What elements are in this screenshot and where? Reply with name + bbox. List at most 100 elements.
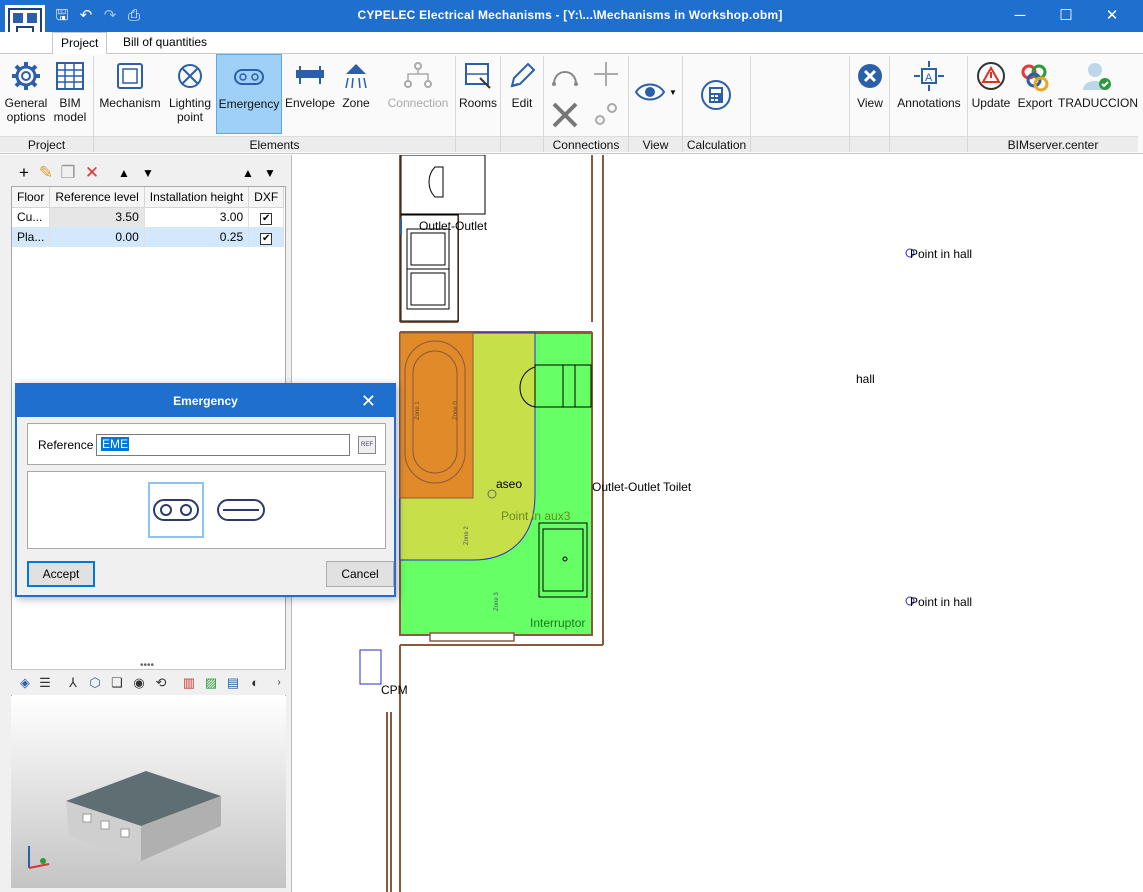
- reference-level-cell[interactable]: 0.00: [49, 227, 145, 247]
- camera-icon[interactable]: ◉: [131, 675, 147, 691]
- connection-icon: [404, 62, 432, 88]
- ribbon: General options BIM model Project Mechan…: [0, 54, 1143, 154]
- cube-icon[interactable]: ⬡: [87, 675, 103, 691]
- edit-button[interactable]: Edit: [504, 54, 540, 134]
- tab-bill-of-quantities[interactable]: Bill of quantities: [115, 32, 215, 54]
- undo-icon[interactable]: ↶: [76, 6, 96, 26]
- view-button[interactable]: View: [852, 54, 888, 134]
- tab-project[interactable]: Project: [52, 32, 108, 55]
- save-icon[interactable]: 🖫: [52, 6, 72, 26]
- annotations-label: Annotations: [897, 96, 961, 110]
- plane-icon[interactable]: ▨: [203, 675, 219, 691]
- layers-icon[interactable]: ☰: [37, 675, 53, 691]
- rooms-button[interactable]: Rooms: [458, 54, 498, 134]
- lighting-point-icon: [178, 64, 202, 88]
- pencil-icon[interactable]: ✎: [36, 163, 56, 183]
- export-button[interactable]: Export: [1014, 54, 1056, 134]
- maximize-button[interactable]: ☐: [1043, 0, 1089, 32]
- column-header-floor[interactable]: Floor: [12, 187, 51, 208]
- 3d-view[interactable]: [11, 696, 286, 888]
- calculator-icon[interactable]: [699, 78, 733, 112]
- annotations-button[interactable]: A Annotations: [893, 54, 965, 134]
- mechanism-button[interactable]: Mechanism: [97, 54, 163, 134]
- label-interruptor[interactable]: Interruptor: [530, 616, 585, 630]
- traduccion-button[interactable]: TRADUCCION: [1058, 54, 1138, 134]
- reconnect-icon[interactable]: [592, 100, 620, 128]
- sort-down-icon[interactable]: ▼: [260, 163, 280, 183]
- reference-value: EME: [101, 437, 130, 451]
- move-icon[interactable]: [592, 60, 620, 88]
- connect-icon[interactable]: [550, 60, 580, 90]
- copy-icon[interactable]: ❐: [58, 163, 78, 183]
- ref-button[interactable]: REF: [358, 436, 376, 454]
- table-row[interactable]: Pla... 0.00 0.25 ✔: [12, 227, 285, 247]
- floors-table: Floor Reference level Installation heigh…: [12, 187, 285, 247]
- delete-connection-icon[interactable]: [550, 100, 580, 130]
- axes-icon[interactable]: ⅄: [65, 675, 81, 691]
- accept-button[interactable]: Accept: [27, 561, 95, 587]
- orbit-icon[interactable]: ⟲: [153, 675, 169, 691]
- move-down-icon[interactable]: ▼: [138, 163, 158, 183]
- table-row[interactable]: Cu... 3.50 3.00 ✔: [12, 207, 285, 227]
- installation-height-cell[interactable]: 3.00: [144, 207, 250, 227]
- lighting-point-button[interactable]: Lighting point: [165, 54, 215, 134]
- bim-model-button[interactable]: BIM model: [52, 54, 88, 134]
- redo-icon[interactable]: ↷: [100, 6, 120, 26]
- emergency-button[interactable]: Emergency: [216, 54, 282, 134]
- close-button[interactable]: ✕: [1089, 0, 1135, 32]
- add-icon[interactable]: +: [14, 163, 34, 183]
- dxf-cell[interactable]: ✔: [248, 227, 285, 247]
- installation-height-cell[interactable]: 0.25: [144, 227, 250, 247]
- reference-input[interactable]: EME: [96, 434, 350, 456]
- drawing-canvas[interactable]: Zone 1 Zone 0 Zone 2 Zone 3 Outlet-Outle…: [293, 155, 1143, 892]
- 3d-view-icon[interactable]: ◈: [17, 675, 33, 691]
- label-outlet-outlet[interactable]: Outlet-Outlet: [419, 219, 487, 233]
- label-point-in-hall-2[interactable]: Point in hall: [910, 595, 972, 609]
- label-point-in-hall-1[interactable]: Point in hall: [910, 247, 972, 261]
- zone-button[interactable]: Zone: [338, 54, 374, 134]
- symbol-option-line[interactable]: [214, 482, 270, 538]
- dialog-close-icon[interactable]: ✕: [361, 385, 376, 417]
- group-label-rooms: [456, 136, 500, 152]
- update-button[interactable]: Update: [970, 54, 1012, 134]
- section-icon[interactable]: ▥: [181, 675, 197, 691]
- connection-button[interactable]: Connection: [385, 54, 451, 134]
- column-header-reference-level[interactable]: Reference level: [49, 187, 145, 208]
- delete-icon[interactable]: ✕: [82, 163, 102, 183]
- label-cpm[interactable]: CPM: [381, 683, 408, 697]
- print-icon[interactable]: ⎙: [124, 6, 144, 26]
- move-up-icon[interactable]: ▲: [114, 163, 134, 183]
- label-aseo[interactable]: aseo: [496, 477, 522, 491]
- grid-view-icon[interactable]: ▤: [225, 675, 241, 691]
- close-circle-icon: [858, 64, 882, 88]
- zone-label-1a: Zone 1: [415, 401, 421, 420]
- symbol-option-two-dots[interactable]: [148, 482, 204, 538]
- copy-view-icon[interactable]: ❏: [109, 675, 125, 691]
- envelope-label: Envelope: [284, 96, 336, 110]
- general-options-button[interactable]: General options: [2, 54, 50, 134]
- eye-icon[interactable]: [634, 80, 666, 104]
- floor-name-cell[interactable]: Pla...: [12, 227, 51, 247]
- emergency-line-icon: [217, 499, 265, 521]
- dxf-checkbox[interactable]: ✔: [260, 212, 273, 225]
- more-icon[interactable]: ›: [271, 675, 287, 691]
- label-outlet-toilet[interactable]: Outlet-Outlet Toilet: [592, 480, 691, 494]
- envelope-button[interactable]: Envelope: [284, 54, 336, 134]
- sort-up-icon[interactable]: ▲: [238, 163, 258, 183]
- minimize-button[interactable]: ─: [997, 0, 1043, 32]
- mechanism-label: Mechanism: [99, 96, 161, 110]
- floor-name-cell[interactable]: Cu...: [12, 207, 51, 227]
- label-point-in-aux3[interactable]: Point in aux3: [501, 509, 570, 523]
- column-header-dxf[interactable]: DXF: [248, 187, 285, 208]
- pencil-icon: [510, 62, 536, 88]
- view-dropdown-arrow[interactable]: ▼: [669, 88, 677, 97]
- dialog-title: Emergency: [17, 385, 394, 417]
- dxf-cell[interactable]: ✔: [248, 207, 285, 227]
- reference-level-cell[interactable]: 3.50: [49, 207, 145, 227]
- column-header-installation-height[interactable]: Installation height: [144, 187, 250, 208]
- cancel-button[interactable]: Cancel: [326, 561, 394, 587]
- group-label-calculation: Calculation: [683, 136, 750, 152]
- dxf-checkbox[interactable]: ✔: [260, 232, 273, 245]
- label-hall[interactable]: hall: [856, 372, 875, 386]
- visibility-icon[interactable]: ◐: [247, 675, 263, 691]
